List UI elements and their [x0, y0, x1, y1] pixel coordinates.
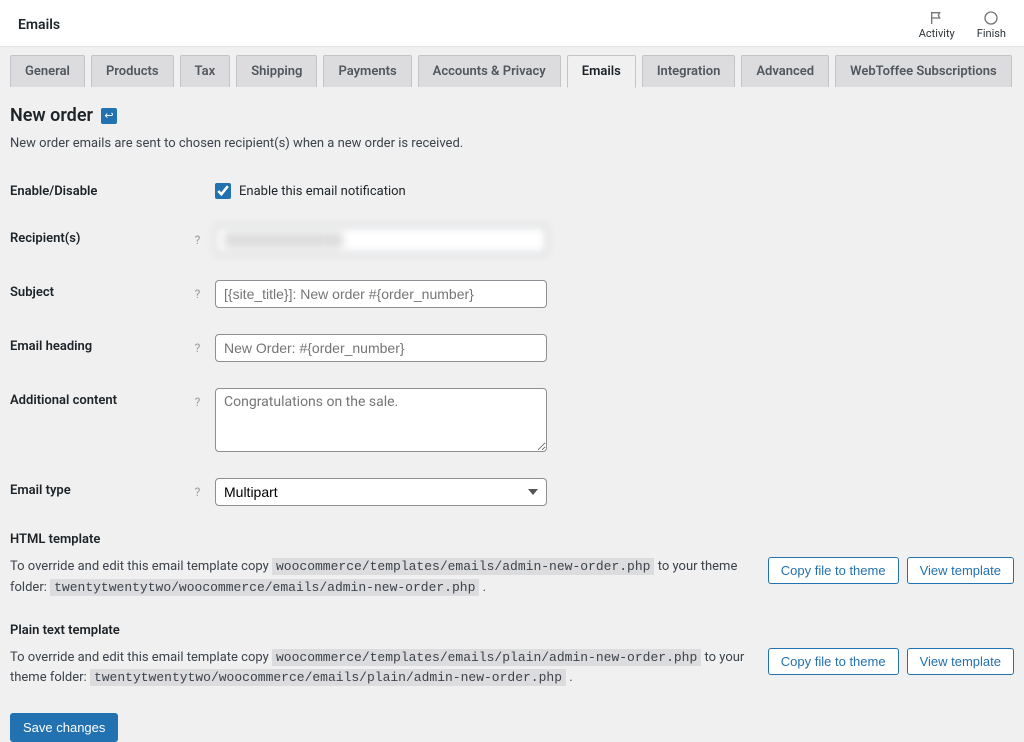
content-area: General Products Tax Shipping Payments A…: [0, 47, 1024, 742]
html-src-path: woocommerce/templates/emails/admin-new-o…: [272, 558, 654, 575]
back-icon[interactable]: ↩: [101, 108, 117, 124]
tab-bar: General Products Tax Shipping Payments A…: [10, 47, 1014, 87]
tab-advanced[interactable]: Advanced: [741, 55, 829, 87]
tab-integration[interactable]: Integration: [642, 55, 736, 87]
row-heading: Email heading ?: [10, 334, 1014, 362]
top-header-right: Activity Finish: [919, 10, 1006, 40]
spacer-icon: [190, 185, 205, 200]
finish-button[interactable]: Finish: [977, 10, 1006, 40]
html-template-title: HTML template: [10, 532, 1014, 547]
label-additional: Additional content: [10, 388, 190, 408]
top-header: Emails Activity Finish: [0, 0, 1024, 47]
tab-accounts-privacy[interactable]: Accounts & Privacy: [418, 55, 561, 87]
help-icon[interactable]: ?: [190, 484, 205, 499]
plain-copy-button[interactable]: Copy file to theme: [768, 648, 899, 675]
row-additional: Additional content ?: [10, 388, 1014, 452]
circle-icon: [982, 10, 1000, 26]
tab-tax[interactable]: Tax: [180, 55, 231, 87]
plain-view-button[interactable]: View template: [907, 648, 1014, 675]
plain-template-actions: Copy file to theme View template: [768, 648, 1014, 675]
activity-label: Activity: [919, 27, 955, 40]
plain-template-title: Plain text template: [10, 623, 1014, 638]
tab-products[interactable]: Products: [91, 55, 174, 87]
html-template-section: HTML template To override and edit this …: [10, 532, 1014, 599]
enable-checkbox[interactable]: [215, 183, 231, 199]
flag-icon: [928, 10, 946, 26]
top-header-title: Emails: [18, 17, 60, 33]
html-template-actions: Copy file to theme View template: [768, 557, 1014, 584]
plain-src-path: woocommerce/templates/emails/plain/admin…: [272, 649, 701, 666]
plain-dst-path: twentytwentytwo/woocommerce/emails/plain…: [90, 669, 566, 686]
settings-form: Enable/Disable Enable this email notific…: [10, 179, 1014, 506]
help-icon[interactable]: ?: [190, 340, 205, 355]
tab-general[interactable]: General: [10, 55, 85, 87]
tab-emails[interactable]: Emails: [567, 55, 636, 88]
save-changes-button[interactable]: Save changes: [10, 713, 118, 742]
plain-template-section: Plain text template To override and edit…: [10, 623, 1014, 690]
help-icon[interactable]: ?: [190, 232, 205, 247]
help-icon[interactable]: ?: [190, 286, 205, 301]
row-recipient: Recipient(s) ?: [10, 226, 1014, 254]
html-template-text: To override and edit this email template…: [10, 557, 748, 599]
activity-button[interactable]: Activity: [919, 10, 955, 40]
label-recipient: Recipient(s): [10, 226, 190, 246]
label-subject: Subject: [10, 280, 190, 300]
page-title: New order: [10, 105, 93, 126]
plain-template-text: To override and edit this email template…: [10, 648, 748, 690]
enable-checkbox-label: Enable this email notification: [239, 184, 406, 199]
help-icon[interactable]: ?: [190, 394, 205, 409]
row-enable: Enable/Disable Enable this email notific…: [10, 179, 1014, 200]
html-dst-path: twentytwentytwo/woocommerce/emails/admin…: [50, 579, 479, 596]
email-type-select[interactable]: Multipart: [215, 478, 547, 506]
html-copy-button[interactable]: Copy file to theme: [768, 557, 899, 584]
subject-input[interactable]: [215, 280, 547, 308]
label-enable: Enable/Disable: [10, 179, 190, 199]
tab-webtoffee-subscriptions[interactable]: WebToffee Subscriptions: [835, 55, 1012, 87]
row-subject: Subject ?: [10, 280, 1014, 308]
save-row: Save changes: [10, 713, 1014, 742]
page-description: New order emails are sent to chosen reci…: [10, 136, 1014, 151]
finish-label: Finish: [977, 27, 1006, 40]
label-heading: Email heading: [10, 334, 190, 354]
recipient-input[interactable]: [215, 226, 547, 254]
heading-input[interactable]: [215, 334, 547, 362]
row-type: Email type ? Multipart: [10, 478, 1014, 506]
html-view-button[interactable]: View template: [907, 557, 1014, 584]
enable-checkbox-row[interactable]: Enable this email notification: [215, 179, 406, 199]
tab-payments[interactable]: Payments: [323, 55, 411, 87]
page-title-row: New order ↩: [10, 105, 1014, 126]
additional-content-textarea[interactable]: [215, 388, 547, 452]
label-type: Email type: [10, 478, 190, 498]
tab-shipping[interactable]: Shipping: [236, 55, 317, 87]
